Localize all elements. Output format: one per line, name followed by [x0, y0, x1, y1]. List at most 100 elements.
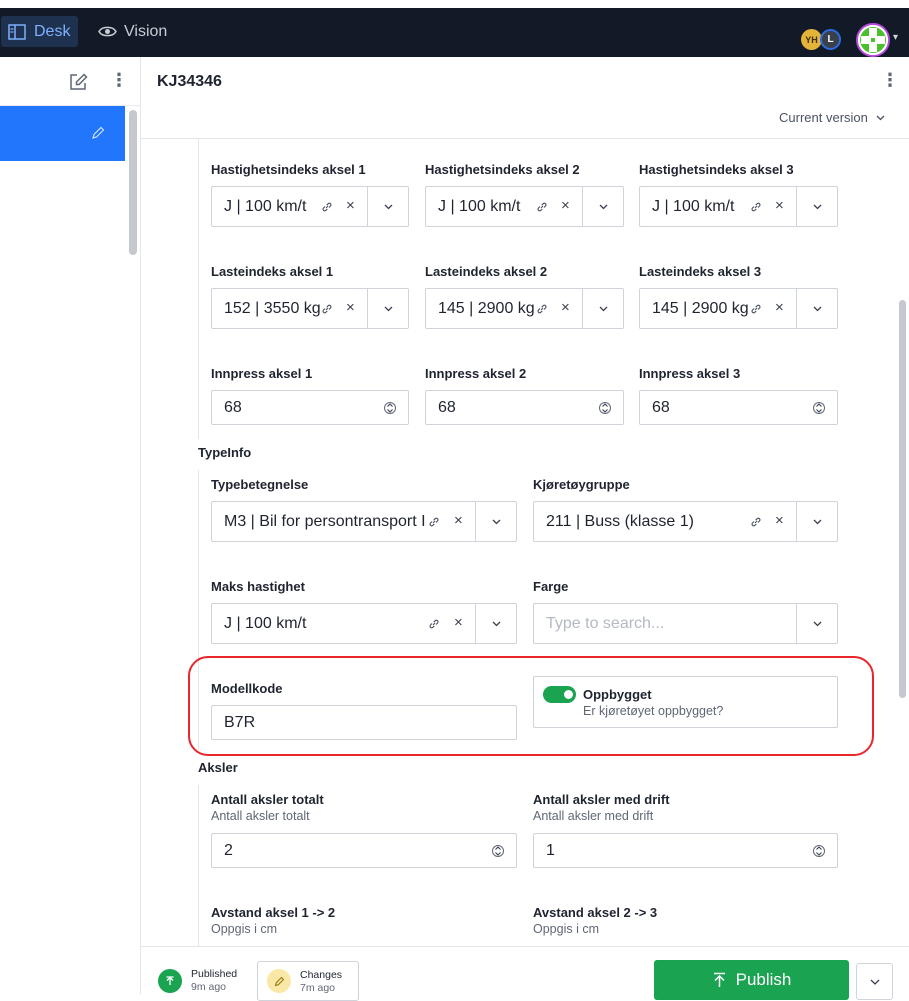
- reference-search-farge[interactable]: Type to search...: [533, 603, 838, 644]
- chevron-down-icon: [384, 306, 392, 311]
- field-description: Antall aksler med drift: [533, 809, 654, 823]
- dropdown-toggle[interactable]: [796, 502, 837, 541]
- publish-menu-button[interactable]: [856, 963, 893, 1000]
- reference-input-hastighet-1[interactable]: J | 100 km/t ×: [211, 186, 409, 227]
- dropdown-toggle[interactable]: [796, 604, 837, 643]
- document-list-pane: ⋮: [0, 57, 141, 994]
- annotation-highlight: [188, 656, 874, 756]
- link-icon[interactable]: [428, 618, 440, 630]
- window-top-strip: [0, 0, 909, 8]
- published-status[interactable]: Published 9m ago: [158, 960, 237, 994]
- stepper-icon[interactable]: [384, 400, 396, 416]
- field-label: Avstand aksel 2 -> 3: [533, 905, 658, 920]
- number-input-innpress-3[interactable]: 68: [639, 390, 838, 425]
- link-icon[interactable]: [428, 516, 440, 528]
- link-icon[interactable]: [750, 303, 762, 315]
- number-input-aksler-totalt[interactable]: 2: [211, 833, 517, 868]
- reference-input-maks-hastighet[interactable]: J | 100 km/t ×: [211, 603, 517, 644]
- clear-icon[interactable]: ×: [561, 197, 570, 214]
- field-label: Antall aksler totalt: [211, 792, 324, 807]
- list-item-selected[interactable]: [0, 106, 125, 161]
- chevron-down-icon: [599, 204, 607, 209]
- stepper-icon[interactable]: [492, 843, 504, 859]
- number-value: 68: [224, 399, 242, 416]
- tool-desk[interactable]: Desk: [1, 16, 78, 47]
- edit-pencil-icon: [92, 126, 105, 139]
- desk-icon: [8, 23, 26, 40]
- chevron-down-icon: [870, 979, 879, 985]
- stepper-icon[interactable]: [813, 843, 825, 859]
- clear-icon[interactable]: ×: [454, 512, 463, 529]
- number-input-innpress-1[interactable]: 68: [211, 390, 409, 425]
- user-menu-chevron-icon[interactable]: ▾: [893, 32, 898, 43]
- field-description: Oppgis i cm: [533, 922, 599, 936]
- dropdown-toggle[interactable]: [475, 604, 516, 643]
- user-avatar[interactable]: [856, 23, 890, 57]
- pane-more-icon[interactable]: ⋮: [110, 70, 128, 91]
- field-label: Innpress aksel 3: [639, 366, 741, 381]
- link-icon[interactable]: [321, 303, 333, 315]
- dropdown-toggle[interactable]: [796, 289, 837, 328]
- field-label: Typebetegnelse: [211, 477, 309, 492]
- tool-desk-label: Desk: [34, 22, 71, 40]
- dropdown-toggle[interactable]: [796, 187, 837, 226]
- top-navbar: Desk Vision YH L ▾: [0, 8, 909, 57]
- dropdown-toggle[interactable]: [582, 187, 623, 226]
- clear-icon[interactable]: ×: [346, 197, 355, 214]
- reference-input-hastighet-2[interactable]: J | 100 km/t ×: [425, 186, 624, 227]
- clear-icon[interactable]: ×: [561, 299, 570, 316]
- reference-input-kjoretoygruppe[interactable]: 211 | Buss (klasse 1) ×: [533, 501, 838, 542]
- stepper-icon[interactable]: [599, 400, 611, 416]
- link-icon[interactable]: [321, 201, 333, 213]
- compose-icon[interactable]: [69, 73, 88, 91]
- published-icon: [158, 969, 182, 993]
- publish-label: Publish: [735, 970, 792, 989]
- search-placeholder: Type to search...: [546, 615, 665, 632]
- tool-vision[interactable]: Vision: [98, 16, 167, 47]
- clear-icon[interactable]: ×: [775, 299, 784, 316]
- number-value: 68: [652, 399, 670, 416]
- clear-icon[interactable]: ×: [775, 197, 784, 214]
- published-time: 9m ago: [191, 981, 227, 993]
- eye-icon: [98, 26, 117, 37]
- number-input-aksler-drift[interactable]: 1: [533, 833, 838, 868]
- clear-icon[interactable]: ×: [346, 299, 355, 316]
- reference-input-typebetegnelse[interactable]: M3 | Bil for persontransport I ×: [211, 501, 517, 542]
- reference-value: 145 | 2900 kg: [438, 300, 535, 317]
- dropdown-toggle[interactable]: [475, 502, 516, 541]
- link-icon[interactable]: [536, 303, 548, 315]
- clear-icon[interactable]: ×: [775, 512, 784, 529]
- publish-button[interactable]: Publish: [654, 960, 849, 1000]
- field-label: Hastighetsindeks aksel 1: [211, 162, 366, 177]
- clear-icon[interactable]: ×: [454, 614, 463, 631]
- reference-value: J | 100 km/t: [652, 198, 735, 215]
- pane-scrollbar[interactable]: [129, 110, 137, 255]
- number-input-innpress-2[interactable]: 68: [425, 390, 624, 425]
- reference-input-laste-2[interactable]: 145 | 2900 kg ×: [425, 288, 624, 329]
- section-rule-aksler: [198, 785, 199, 946]
- chevron-down-icon: [813, 519, 821, 524]
- document-more-icon[interactable]: ⋮: [881, 70, 899, 91]
- form-scrollbar[interactable]: [899, 300, 906, 698]
- document-title: KJ34346: [157, 73, 222, 90]
- link-icon[interactable]: [750, 201, 762, 213]
- avatar-yh[interactable]: YH: [801, 29, 822, 50]
- dropdown-toggle[interactable]: [367, 187, 408, 226]
- link-icon[interactable]: [750, 516, 762, 528]
- stepper-icon[interactable]: [813, 400, 825, 416]
- changes-status[interactable]: Changes 7m ago: [257, 961, 359, 1001]
- field-label: Lasteindeks aksel 3: [639, 264, 762, 279]
- document-header: KJ34346 ⋮ Current version: [141, 57, 909, 139]
- reference-input-laste-1[interactable]: 152 | 3550 kg ×: [211, 288, 409, 329]
- field-label: Hastighetsindeks aksel 2: [425, 162, 580, 177]
- reference-value: J | 100 km/t: [224, 198, 307, 215]
- avatar-l[interactable]: L: [820, 29, 841, 50]
- reference-input-laste-3[interactable]: 145 | 2900 kg ×: [639, 288, 838, 329]
- dropdown-toggle[interactable]: [367, 289, 408, 328]
- chevron-down-icon: [384, 204, 392, 209]
- reference-input-hastighet-3[interactable]: J | 100 km/t ×: [639, 186, 838, 227]
- version-selector[interactable]: Current version: [779, 110, 885, 125]
- link-icon[interactable]: [536, 201, 548, 213]
- dropdown-toggle[interactable]: [582, 289, 623, 328]
- edit-icon: [267, 969, 291, 993]
